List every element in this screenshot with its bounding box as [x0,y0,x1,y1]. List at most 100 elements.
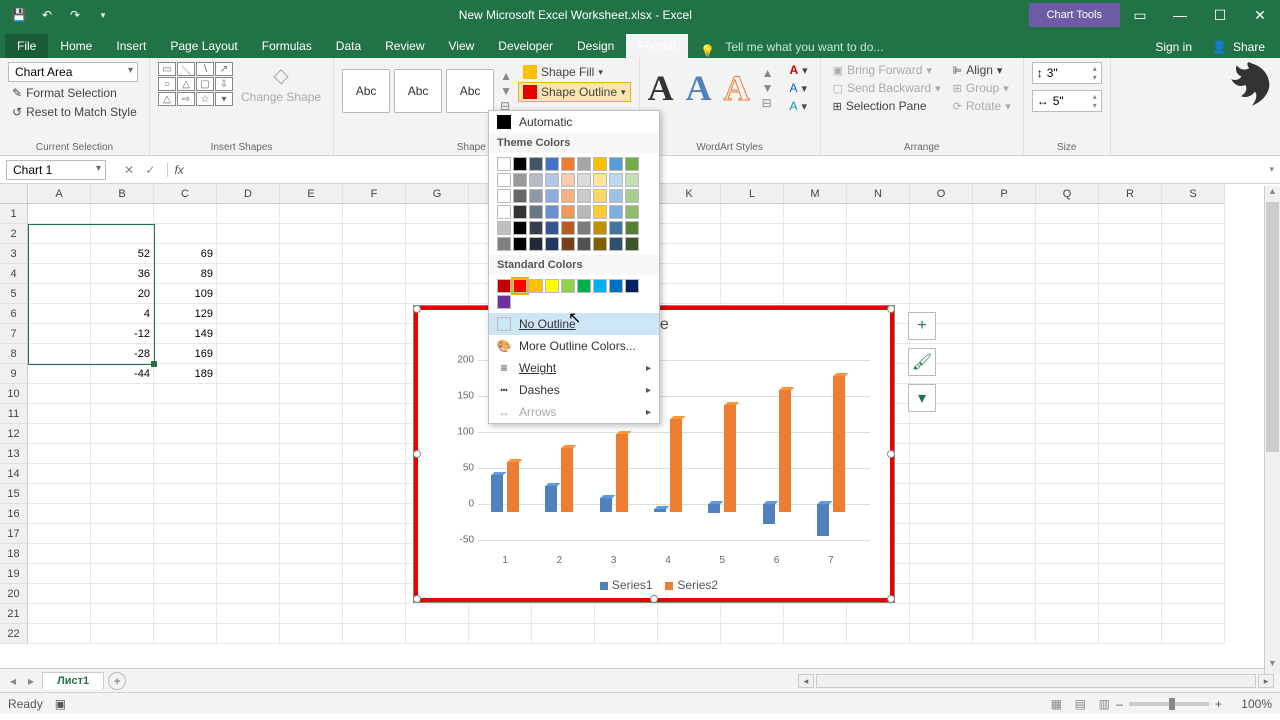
cell[interactable] [91,224,154,244]
cell[interactable] [217,604,280,624]
cell[interactable] [973,564,1036,584]
cell[interactable] [91,384,154,404]
cell[interactable] [1162,584,1225,604]
color-swatch[interactable] [593,221,607,235]
cell[interactable] [1036,544,1099,564]
cell[interactable] [973,444,1036,464]
cell[interactable] [343,264,406,284]
cell[interactable] [91,484,154,504]
cell[interactable] [154,464,217,484]
cell[interactable] [91,464,154,484]
vscroll-thumb[interactable] [1266,202,1279,452]
cell[interactable] [658,244,721,264]
row-header[interactable]: 1 [0,204,28,224]
cell[interactable] [217,464,280,484]
cell[interactable] [1036,444,1099,464]
cell[interactable] [28,204,91,224]
cell[interactable] [154,564,217,584]
color-swatch[interactable] [577,237,591,251]
ribbon-display-icon[interactable]: ▭ [1120,7,1160,24]
col-header[interactable]: O [910,184,973,204]
cell[interactable] [1036,424,1099,444]
shape-oval-icon[interactable]: ○ [158,77,176,91]
formula-input[interactable] [190,161,1264,179]
cell[interactable] [28,424,91,444]
row-header[interactable]: 7 [0,324,28,344]
cell[interactable] [1162,364,1225,384]
shape-style-3[interactable]: Abc [446,69,494,113]
tab-file[interactable]: File [5,34,48,58]
color-swatch[interactable] [513,221,527,235]
sign-in-link[interactable]: Sign in [1145,36,1202,58]
redo-icon[interactable]: ↷ [66,8,84,22]
undo-icon[interactable]: ↶ [38,8,56,22]
color-swatch[interactable] [593,237,607,251]
name-box[interactable]: Chart 1 [6,160,106,180]
cell[interactable] [1162,524,1225,544]
no-outline[interactable]: No Outline [489,313,659,335]
select-all-corner[interactable] [0,184,28,204]
color-swatch[interactable] [513,237,527,251]
cell[interactable] [1036,404,1099,424]
qat-dropdown-icon[interactable]: ▾ [94,10,112,21]
cancel-formula-icon[interactable]: ✕ [120,163,138,177]
cell[interactable] [1162,604,1225,624]
cell[interactable] [1036,284,1099,304]
outline-weight[interactable]: ≡Weight [489,357,659,379]
row-header[interactable]: 15 [0,484,28,504]
cell[interactable] [1099,204,1162,224]
close-icon[interactable]: ✕ [1240,7,1280,24]
cell[interactable] [784,224,847,244]
wordart-preset-3[interactable]: A [724,67,750,109]
shape-height-field[interactable]: ↕3"▴▾ [1032,62,1102,84]
zoom-slider[interactable]: – + [1116,697,1222,711]
cell[interactable] [721,264,784,284]
tab-view[interactable]: View [437,34,487,58]
cell[interactable] [343,344,406,364]
color-swatch[interactable] [593,157,607,171]
color-swatch[interactable] [609,173,623,187]
cell[interactable] [784,204,847,224]
cell[interactable] [28,264,91,284]
tab-formulas[interactable]: Formulas [250,34,324,58]
cell[interactable] [910,624,973,644]
col-header[interactable]: E [280,184,343,204]
cell[interactable] [28,364,91,384]
cell[interactable] [280,224,343,244]
cell[interactable] [469,604,532,624]
cell[interactable] [217,424,280,444]
color-swatch[interactable] [625,221,639,235]
cell[interactable]: 69 [154,244,217,264]
shape-tri2-icon[interactable]: △ [158,92,176,106]
color-swatch[interactable] [625,279,639,293]
cell[interactable] [910,204,973,224]
cell[interactable] [1099,244,1162,264]
cell[interactable]: 20 [91,284,154,304]
col-header[interactable]: G [406,184,469,204]
cell[interactable] [721,624,784,644]
text-outline-button[interactable]: A▾ [785,80,811,96]
cell[interactable] [784,624,847,644]
cell[interactable] [217,584,280,604]
color-swatch[interactable] [561,221,575,235]
color-swatch[interactable] [497,295,511,309]
cell[interactable] [154,444,217,464]
color-swatch[interactable] [561,279,575,293]
cell[interactable] [784,264,847,284]
shape-style-2[interactable]: Abc [394,69,442,113]
cell[interactable] [973,524,1036,544]
cell[interactable] [784,604,847,624]
color-swatch[interactable] [513,173,527,187]
col-header[interactable]: K [658,184,721,204]
cell[interactable] [343,364,406,384]
row-header[interactable]: 5 [0,284,28,304]
cell[interactable] [91,504,154,524]
color-swatch[interactable] [545,205,559,219]
cell[interactable] [343,624,406,644]
cell[interactable] [28,384,91,404]
cell[interactable] [595,604,658,624]
enter-formula-icon[interactable]: ✓ [141,163,159,177]
cell[interactable] [280,564,343,584]
row-header[interactable]: 13 [0,444,28,464]
cell[interactable] [28,564,91,584]
